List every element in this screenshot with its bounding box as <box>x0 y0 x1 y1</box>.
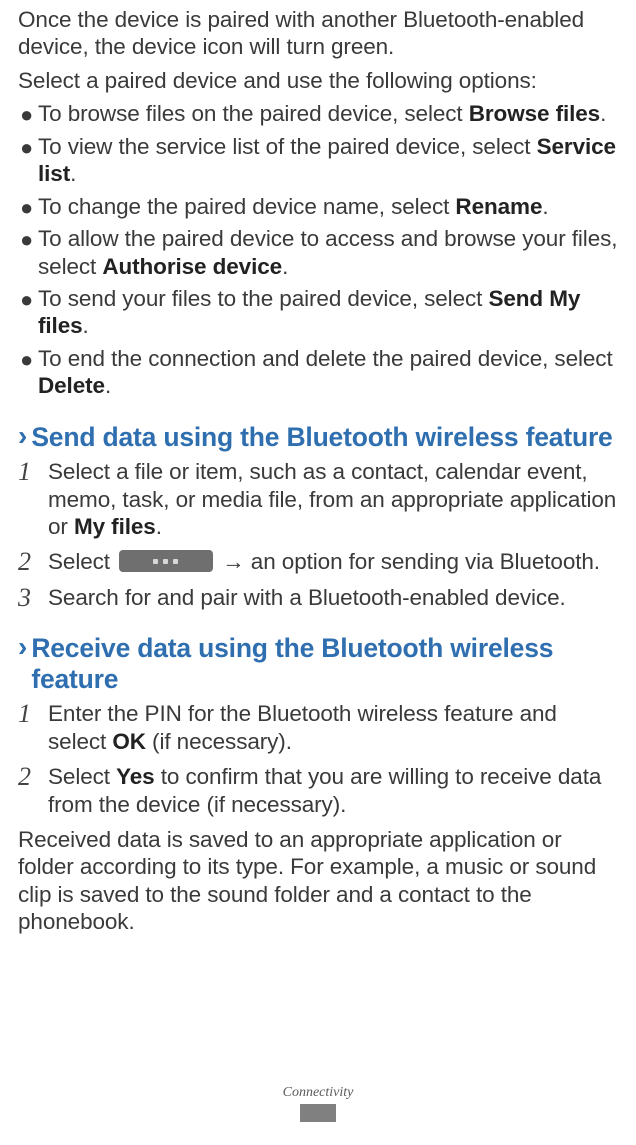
bullet-icon: ● <box>20 195 33 222</box>
option-text-pre: To change the paired device name, select <box>38 194 455 219</box>
option-text-bold: Delete <box>38 373 105 398</box>
paragraph-received: Received data is saved to an appropriate… <box>18 826 618 936</box>
step-text-post: . <box>156 514 162 539</box>
option-item: ●To allow the paired device to access an… <box>18 225 618 280</box>
paragraph-intro: Once the device is paired with another B… <box>18 6 618 61</box>
option-item: ●To change the paired device name, selec… <box>18 193 618 220</box>
step-text-post: (if necessary). <box>146 729 292 754</box>
option-text-pre: To view the service list of the paired d… <box>38 134 537 159</box>
menu-button-icon <box>119 550 213 572</box>
option-text-post: . <box>105 373 111 398</box>
step-text-post: → an option for sending via Bluetooth. <box>216 549 600 574</box>
chevron-right-icon: › <box>18 422 27 450</box>
option-item: ●To browse files on the paired device, s… <box>18 100 618 127</box>
section-title: Send data using the Bluetooth wireless f… <box>31 422 612 452</box>
option-text-post: . <box>83 313 89 338</box>
paragraph-intro2: Select a paired device and use the follo… <box>18 67 618 94</box>
option-text-post: . <box>600 101 606 126</box>
send-steps: Select a file or item, such as a contact… <box>18 458 618 611</box>
bullet-icon: ● <box>20 135 33 162</box>
receive-steps: Enter the PIN for the Bluetooth wireless… <box>18 700 618 818</box>
options-list: ●To browse files on the paired device, s… <box>18 100 618 399</box>
option-item: ●To end the connection and delete the pa… <box>18 345 618 400</box>
step-item: Select Yes to confirm that you are willi… <box>18 763 618 818</box>
step-text-pre: Select <box>48 764 116 789</box>
option-text-bold: Rename <box>455 194 542 219</box>
page: Once the device is paired with another B… <box>0 0 636 1145</box>
option-text-bold: Authorise device <box>102 254 282 279</box>
option-text-pre: To send your files to the paired device,… <box>38 286 488 311</box>
footer-label: Connectivity <box>0 1085 636 1101</box>
section-heading-send: ›Send data using the Bluetooth wireless … <box>18 422 618 452</box>
step-text-bold: OK <box>112 729 146 754</box>
step-text-bold: My files <box>74 514 156 539</box>
bullet-icon: ● <box>20 102 33 129</box>
option-text-bold: Browse files <box>469 101 600 126</box>
option-text-pre: To browse files on the paired device, se… <box>38 101 469 126</box>
step-item: Search for and pair with a Bluetooth-ena… <box>18 584 618 611</box>
bullet-icon: ● <box>20 287 33 314</box>
step-item: Select → an option for sending via Bluet… <box>18 548 618 575</box>
option-text-post: . <box>542 194 548 219</box>
option-text-post: . <box>282 254 288 279</box>
step-text-pre: Search for and pair with a Bluetooth-ena… <box>48 585 566 610</box>
step-text-pre: Select <box>48 549 116 574</box>
bullet-icon: ● <box>20 347 33 374</box>
section-heading-receive: › Receive data using the Bluetooth wirel… <box>18 633 618 694</box>
step-text-bold: Yes <box>116 764 155 789</box>
option-text-pre: To end the connection and delete the pai… <box>38 346 613 371</box>
footer-tab-icon <box>300 1104 336 1122</box>
page-footer: Connectivity <box>0 1085 636 1127</box>
section-title: Receive data using the Bluetooth wireles… <box>31 633 618 694</box>
step-item: Enter the PIN for the Bluetooth wireless… <box>18 700 618 755</box>
chevron-right-icon: › <box>18 633 27 661</box>
bullet-icon: ● <box>20 227 33 254</box>
dot-icon <box>153 559 158 564</box>
dot-icon <box>173 559 178 564</box>
option-item: ●To view the service list of the paired … <box>18 133 618 188</box>
step-item: Select a file or item, such as a contact… <box>18 458 618 540</box>
option-text-post: . <box>70 161 76 186</box>
dot-icon <box>163 559 168 564</box>
option-item: ●To send your files to the paired device… <box>18 285 618 340</box>
